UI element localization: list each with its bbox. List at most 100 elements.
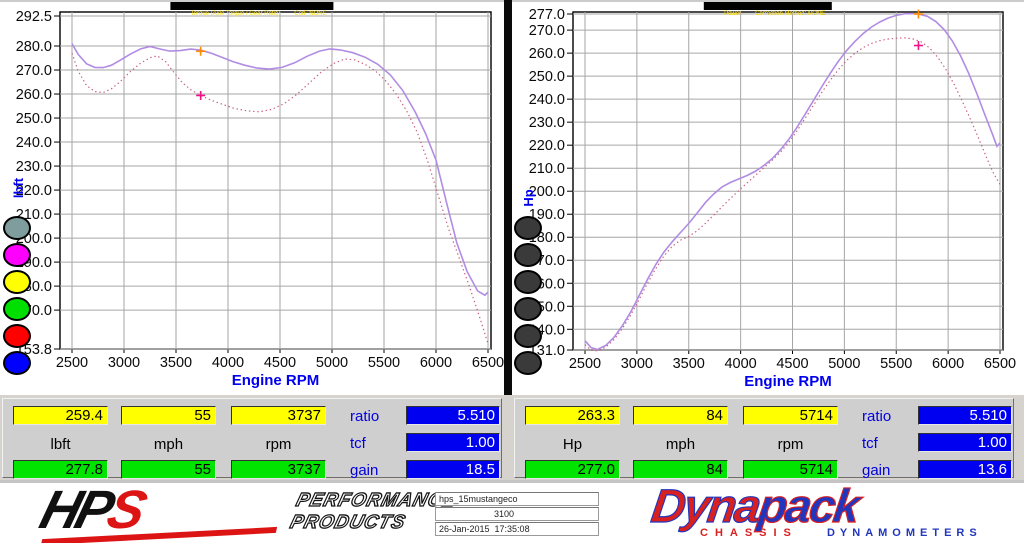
readout-row: 259.4 55 3737 lbft mph rpm 277.8 55 3737… [0,395,1024,480]
tcf-label: tcf [350,435,366,452]
rpm-unit-label: rpm [743,436,838,453]
channel-button-3-icon[interactable] [3,297,31,321]
channel-button-4-icon[interactable] [3,324,31,348]
y-tick-label: 280.0 [16,39,52,55]
power-unit-label: Hp [525,436,620,453]
channel-button-2-icon[interactable] [514,270,542,294]
x-axis-title: Engine RPM [744,373,832,390]
rpm-unit-label: rpm [231,436,326,453]
tcf-value: 1.00 [918,433,1012,452]
power-chart: 250030003500400045005000550060006500277.… [512,2,1024,397]
torque-unit-label: lbft [13,436,108,453]
channel-button-4-icon[interactable] [514,324,542,348]
run-config-value: 3100 [494,508,514,520]
channel-button-5-icon[interactable] [514,351,542,375]
power-readout-panel: 263.3 84 5714 Hp mph rpm 277.0 84 5714 r… [514,398,1014,478]
run-timestamp-text: 26-Jan-2015 17:35:08 [439,524,530,534]
channel-button-3-icon[interactable] [514,297,542,321]
x-tick-label: 6000 [932,356,964,372]
channel-button-0-icon[interactable] [514,216,542,240]
panel-divider [504,0,512,395]
x-tick-label: 4500 [264,355,296,371]
torque-curr-cursor-rpm: 3737 [231,460,326,479]
x-tick-label: 6000 [420,355,452,371]
power-prev-cursor-rpm: 5714 [743,406,838,425]
y-tick-label: 250.0 [16,111,52,127]
channel-button-2-icon[interactable] [3,270,31,294]
power-chart-title: Power [724,11,741,17]
gain-value: 13.6 [918,460,1012,479]
y-tick-label: 230.0 [529,115,565,131]
power-prev-cursor-value: 263.3 [525,406,620,425]
dynapack-dyna: Dyna [648,479,762,532]
power-chart-panel: PowerCorrection Method: NONE 25003000350… [512,0,1024,395]
torque-correction-status: CorF NONE [294,11,326,17]
channel-button-1-icon[interactable] [514,243,542,267]
charts-row: Torque (Axle Torque / Gear Ratio) CorF NO… [0,0,1024,395]
run-timestamp-field[interactable]: 26-Jan-2015 17:35:08 [435,522,599,536]
x-tick-label: 4500 [776,356,808,372]
y-tick-label: 220.0 [529,138,565,154]
gain-value: 18.5 [406,460,500,479]
x-tick-label: 2500 [56,355,88,371]
channel-button-5-icon[interactable] [3,351,31,375]
power-curr-cursor-rpm: 5714 [743,460,838,479]
x-tick-label: 3000 [621,356,653,372]
torque-chart-panel: Torque (Axle Torque / Gear Ratio) CorF NO… [0,0,504,395]
mph-unit-label: mph [121,436,216,453]
channel-button-1-icon[interactable] [3,243,31,267]
torque-readout-panel: 259.4 55 3737 lbft mph rpm 277.8 55 3737… [2,398,502,478]
torque-chart: 250030003500400045005000550060006500292.… [0,2,504,397]
x-tick-label: 3500 [673,356,705,372]
x-tick-label: 5500 [880,356,912,372]
x-tick-label: 5000 [828,356,860,372]
power-prev-cursor-mph: 84 [633,406,728,425]
channel-button-0-icon[interactable] [3,216,31,240]
torque-prev-cursor-rpm: 3737 [231,406,326,425]
torque-prev-cursor-mph: 55 [121,406,216,425]
power-chart-header: PowerCorrection Method: NONE [704,2,832,10]
gain-label: gain [862,462,890,479]
logo-strip: HPS PERFORMANCE PRODUCTS hps_15mustangec… [0,480,1024,543]
hps-logo-subtitle: PERFORMANCE PRODUCTS [288,490,460,534]
x-tick-label: 5500 [368,355,400,371]
plot-area [60,12,491,349]
torque-curr-cursor-value: 277.8 [13,460,108,479]
dyno-app-window: Torque (Axle Torque / Gear Ratio) CorF NO… [0,0,1024,543]
x-tick-label: 3000 [108,355,140,371]
torque-chart-title: Torque (Axle Torque / Gear Ratio) [191,11,281,17]
x-axis-title: Engine RPM [232,372,320,389]
y-axis-title: lbft [11,177,26,198]
dynapack-logo: Dynapack CHASSIS DYNAMOMETERS [652,485,982,539]
y-axis-title: Hp [521,189,536,206]
run-name-field[interactable]: hps_15mustangeco [435,492,599,506]
run-info-box: hps_15mustangeco stock 3100 26-Jan-2015 … [435,492,599,537]
y-tick-label: 230.0 [16,159,52,175]
ratio-label: ratio [350,408,379,425]
x-tick-label: 4000 [212,355,244,371]
ratio-label: ratio [862,408,891,425]
dynapack-logo-text: Dynapack [649,485,985,527]
y-tick-label: 210.0 [529,161,565,177]
mph-unit-label: mph [633,436,728,453]
y-tick-label: 277.0 [529,7,565,23]
dynapack-pack: pack [755,479,862,532]
hps-products-text: PRODUCTS [288,512,454,534]
y-tick-label: 270.0 [16,63,52,79]
hps-logo-text: HPS [36,487,147,533]
x-tick-label: 6500 [472,355,504,371]
x-tick-label: 6500 [984,356,1016,372]
x-tick-label: 5000 [316,355,348,371]
y-tick-label: 270.0 [529,23,565,39]
y-tick-label: 240.0 [529,92,565,108]
run-config-field[interactable]: stock 3100 [435,507,599,521]
ratio-value: 5.510 [406,406,500,425]
ratio-value: 5.510 [918,406,1012,425]
torque-chart-header: Torque (Axle Torque / Gear Ratio)CorF NO… [170,2,333,10]
y-tick-label: 250.0 [529,69,565,85]
torque-curr-cursor-mph: 55 [121,460,216,479]
torque-prev-cursor-value: 259.4 [13,406,108,425]
x-tick-label: 3500 [160,355,192,371]
y-tick-label: 260.0 [529,46,565,62]
tcf-value: 1.00 [406,433,500,452]
